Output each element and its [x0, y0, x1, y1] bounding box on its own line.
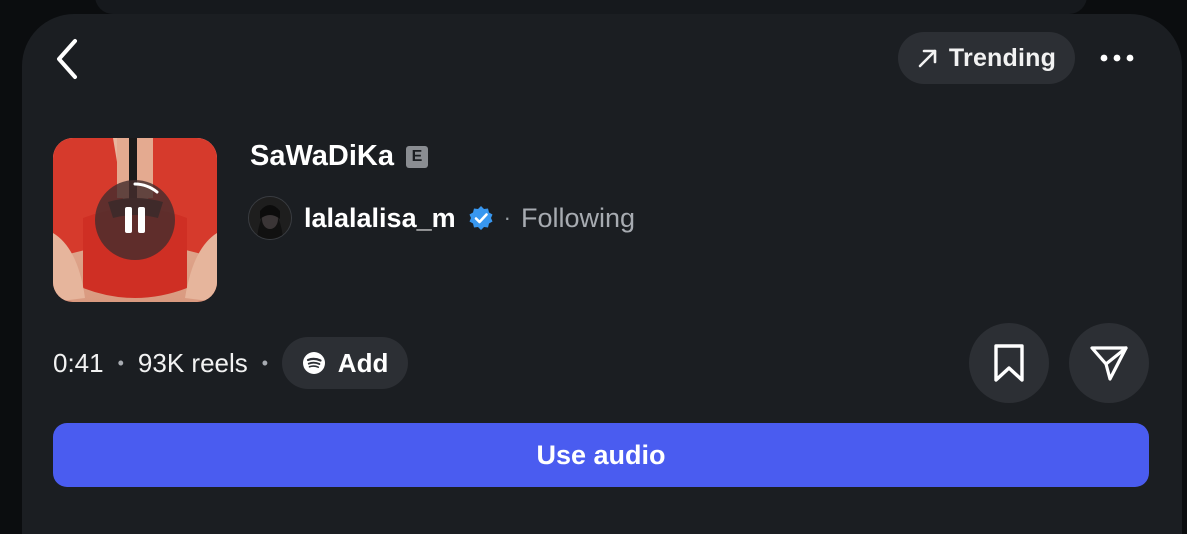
- artist-row: lalalalisa_m · Following: [248, 196, 635, 240]
- artist-name[interactable]: lalalalisa_m: [304, 203, 456, 234]
- trending-label: Trending: [948, 43, 1057, 72]
- explicit-badge: E: [405, 145, 428, 168]
- trending-button[interactable]: Trending: [898, 32, 1075, 84]
- following-button[interactable]: Following: [521, 203, 635, 234]
- avatar-image: [249, 197, 291, 239]
- back-button[interactable]: [47, 36, 87, 82]
- reels-count: 93K reels: [137, 347, 248, 378]
- song-title: SaWaDiKa: [250, 140, 394, 172]
- add-to-spotify-button[interactable]: Add: [282, 337, 409, 389]
- bookmark-icon: [994, 344, 1024, 382]
- share-button[interactable]: [1069, 323, 1149, 403]
- album-art[interactable]: [53, 138, 217, 302]
- more-horizontal-icon: [1100, 54, 1134, 62]
- audio-meta-row: 0:41 • 93K reels • Add: [53, 337, 409, 389]
- pause-button[interactable]: [95, 180, 175, 260]
- song-title-row: SaWaDiKa E: [250, 140, 428, 173]
- background-card: [95, 0, 1087, 14]
- use-audio-button[interactable]: Use audio: [53, 423, 1149, 487]
- chevron-left-icon: [57, 39, 77, 79]
- add-label: Add: [337, 347, 389, 378]
- avatar[interactable]: [248, 196, 292, 240]
- use-audio-label: Use audio: [536, 439, 666, 470]
- separator-dot: ·: [503, 205, 511, 230]
- audio-duration: 0:41: [53, 347, 104, 378]
- more-options-button[interactable]: [1095, 40, 1139, 76]
- separator-dot: •: [117, 352, 124, 373]
- progress-ring: [133, 182, 159, 194]
- spotify-icon: [302, 352, 325, 374]
- send-icon: [1090, 346, 1128, 381]
- separator-dot: •: [261, 352, 269, 373]
- save-button[interactable]: [969, 323, 1049, 403]
- arrow-up-right-icon: [918, 49, 937, 68]
- verified-badge-icon: [469, 206, 493, 230]
